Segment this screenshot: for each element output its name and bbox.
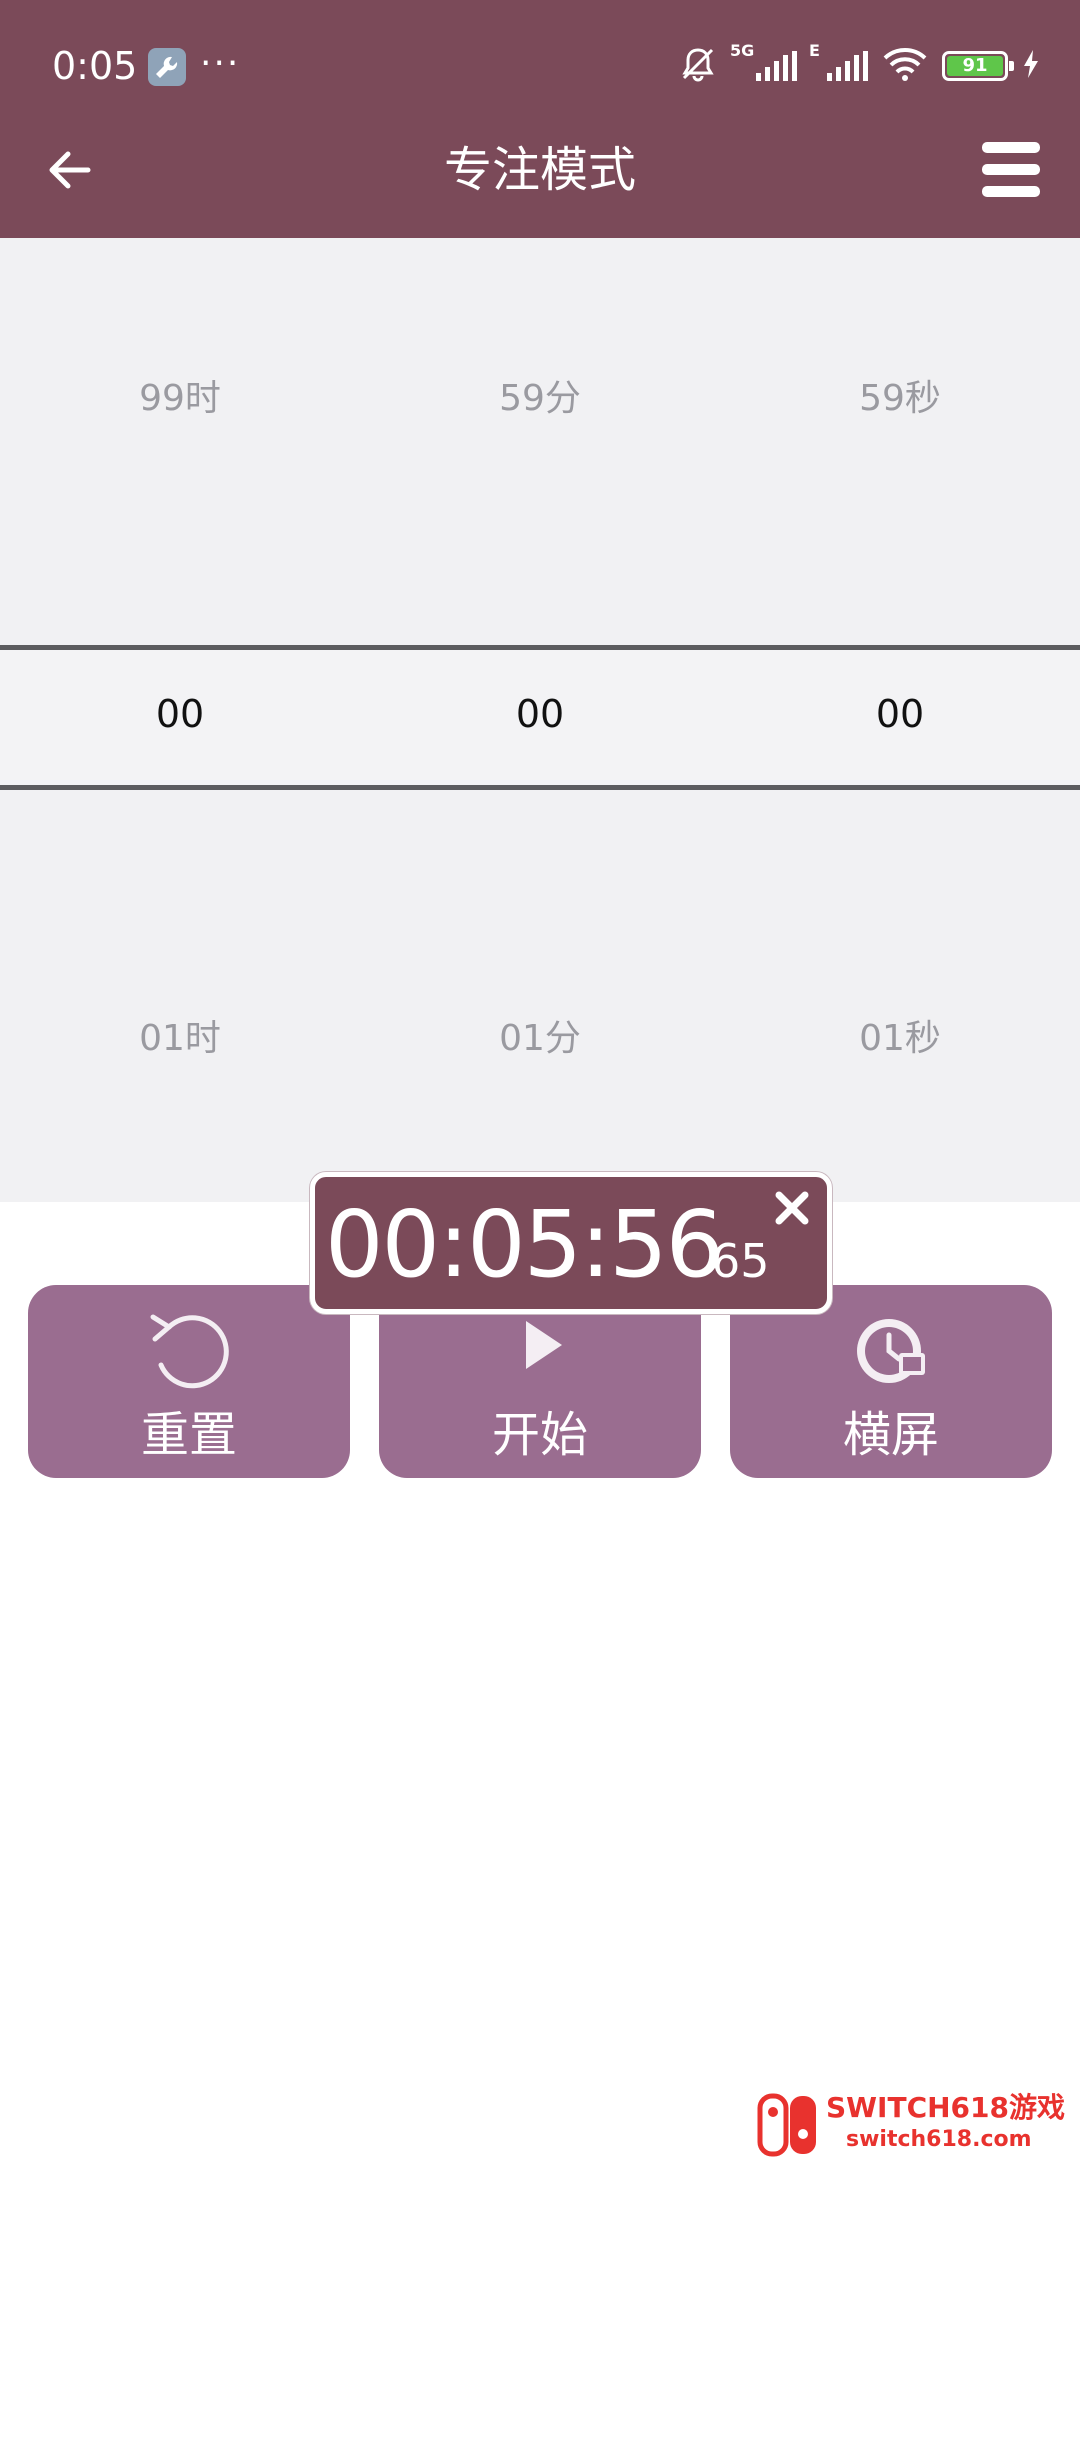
- floating-timer-centiseconds: 65: [711, 1234, 770, 1288]
- picker-seconds-below[interactable]: 01秒: [720, 1015, 1080, 1063]
- picker-minutes-below[interactable]: 01分: [360, 1015, 720, 1063]
- picker-hours-above[interactable]: 99时: [0, 375, 360, 423]
- reset-label: 重置: [140, 1407, 237, 1463]
- hamburger-menu-icon: [982, 142, 1042, 197]
- picker-row-previous: 99时 59分 59秒: [0, 375, 1080, 423]
- picker-seconds-selected[interactable]: 00: [720, 690, 1080, 738]
- signal-icon: 5G: [730, 41, 797, 81]
- signal-5g-label: 5G: [730, 41, 755, 60]
- signal-icon: E: [809, 41, 868, 81]
- battery-level: 91: [947, 56, 1003, 76]
- picker-row-selected: 00 00 00: [0, 690, 1080, 738]
- menu-button[interactable]: [982, 142, 1042, 198]
- signal-e-label: E: [809, 41, 820, 60]
- switch-logo-icon: [757, 2093, 816, 2157]
- page-title: 专注模式: [443, 142, 636, 198]
- battery-icon: 91: [942, 51, 1014, 81]
- status-bar: 0:05 ··· 5G E 91: [0, 0, 1080, 136]
- landscape-label: 横屏: [842, 1407, 939, 1463]
- watermark-subtitle: switch618.com: [846, 2127, 1032, 2152]
- picker-seconds-above[interactable]: 59秒: [720, 375, 1080, 423]
- floating-timer-close-button[interactable]: [769, 1185, 815, 1231]
- status-overflow-dots: ···: [200, 43, 241, 84]
- play-icon: [526, 1321, 562, 1369]
- time-picker[interactable]: 99时 59分 59秒 00 00 00 01时 01分 01秒: [0, 238, 1080, 1202]
- picker-minutes-selected[interactable]: 00: [360, 690, 720, 738]
- action-buttons: 重置 开始 横屏: [0, 1285, 1080, 1479]
- picker-hours-below[interactable]: 01时: [0, 1015, 360, 1063]
- picker-minutes-above[interactable]: 59分: [360, 375, 720, 423]
- watermark-title: SWITCH618游戏: [826, 2091, 1065, 2124]
- status-time: 0:05: [52, 44, 138, 88]
- start-label: 开始: [491, 1407, 588, 1463]
- picker-row-next: 01时 01分 01秒: [0, 1015, 1080, 1063]
- floating-timer-window[interactable]: 00:05:56 65: [310, 1172, 832, 1314]
- picker-divider-bottom: [0, 785, 1080, 790]
- rotate-ccw-icon: [150, 1314, 229, 1389]
- floating-timer-time: 00:05:56: [325, 1191, 724, 1298]
- watermark: SWITCH618游戏 switch618.com: [756, 2090, 1066, 2160]
- clock-screen-icon: [857, 1319, 925, 1383]
- wrench-icon: [148, 48, 186, 86]
- mute-bell-icon: [678, 44, 718, 88]
- reset-button[interactable]: 重置: [28, 1285, 350, 1478]
- picker-hours-selected[interactable]: 00: [0, 690, 360, 738]
- charging-icon: [1022, 49, 1040, 83]
- top-bar: 0:05 ··· 5G E 91 专注模式: [0, 0, 1080, 238]
- wifi-icon: [882, 46, 928, 86]
- picker-divider-top: [0, 645, 1080, 650]
- close-icon: [775, 1191, 809, 1225]
- status-indicators: 5G E 91: [678, 41, 1040, 88]
